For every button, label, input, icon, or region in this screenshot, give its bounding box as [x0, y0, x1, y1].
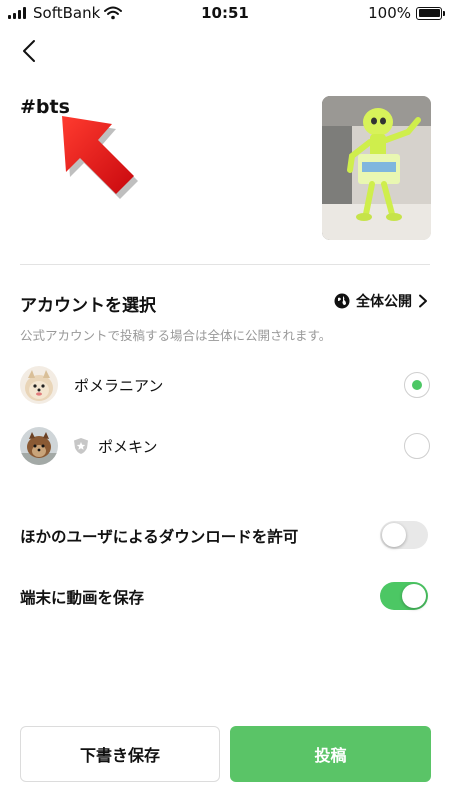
switch-knob — [402, 584, 426, 608]
back-button[interactable] — [14, 34, 44, 68]
radio-dot — [411, 379, 422, 390]
allow-download-row: ほかのユーザによるダウンロードを許可 — [20, 521, 428, 551]
allow-download-switch[interactable] — [380, 521, 428, 549]
avatar — [20, 366, 58, 404]
visibility-selector[interactable]: 全体公開 — [334, 291, 428, 311]
save-draft-button[interactable]: 下書き保存 — [20, 726, 220, 782]
post-button[interactable]: 投稿 — [230, 726, 431, 782]
account-name: ポメキン — [98, 437, 158, 456]
shield-star-icon — [72, 436, 90, 456]
chevron-left-icon — [23, 40, 35, 62]
status-bar: SoftBank 10:51 100% — [0, 0, 450, 28]
video-thumbnail[interactable] — [322, 96, 431, 240]
red-arrow-icon — [62, 116, 138, 199]
radio-selected[interactable] — [404, 372, 430, 398]
save-to-device-switch[interactable] — [380, 582, 428, 610]
battery-icon — [416, 6, 445, 20]
account-row-pomeranian[interactable]: ポメラニアン — [20, 365, 432, 405]
account-row-pomekin[interactable]: ポメキン — [20, 426, 432, 466]
battery-percent: 100% — [368, 4, 411, 22]
allow-download-label: ほかのユーザによるダウンロードを許可 — [20, 528, 299, 546]
avatar — [20, 427, 58, 465]
status-right: 100% — [368, 4, 445, 22]
chevron-right-icon — [419, 294, 427, 308]
visibility-label: 全体公開 — [356, 294, 412, 310]
divider — [20, 264, 430, 265]
thumbnail-image — [322, 96, 431, 240]
account-name: ポメラニアン — [74, 376, 164, 395]
radio-unselected[interactable] — [404, 433, 430, 459]
section-title: アカウントを選択 — [20, 296, 156, 316]
save-to-device-row: 端末に動画を保存 — [20, 582, 428, 612]
battery-fill — [418, 9, 440, 17]
visibility-note: 公式アカウントで投稿する場合は全体に公開されます。 — [20, 328, 332, 343]
save-to-device-label: 端末に動画を保存 — [20, 589, 145, 607]
switch-knob — [382, 523, 406, 547]
globe-icon — [334, 293, 350, 309]
